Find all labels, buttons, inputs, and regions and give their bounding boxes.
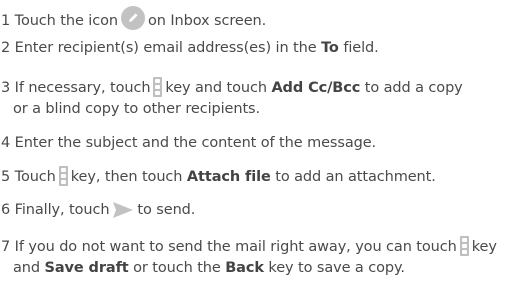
step-text: field. <box>343 40 379 56</box>
step-5: 5 Touch key, then touch Attach file to ad… <box>1 166 436 187</box>
step-2: 2 Enter recipient(s) email address(es) i… <box>1 38 379 58</box>
step-text: or touch the <box>133 260 221 276</box>
back-key-label: Back <box>225 260 264 276</box>
pencil-icon <box>120 6 145 36</box>
step-text: key to save a copy. <box>268 260 405 276</box>
step-1: 1 Touch the icon on Inbox screen. <box>1 6 266 36</box>
step-text: and <box>13 260 40 276</box>
step-text: If you do not want to send the mail righ… <box>14 239 457 255</box>
step-text: Finally, touch <box>14 202 110 218</box>
step-number: 7 <box>1 239 11 255</box>
step-number: 2 <box>1 40 11 56</box>
step-3: 3 If necessary, touch key and touch Add C… <box>1 77 463 98</box>
step-text: Enter the subject and the content of the… <box>14 135 377 151</box>
menu-key-icon <box>459 236 469 256</box>
instruction-list: 1 Touch the icon on Inbox screen. 2 Enter… <box>0 0 522 281</box>
step-number: 4 <box>1 135 11 151</box>
step-text: to add a copy <box>364 80 463 96</box>
menu-key-icon <box>58 166 68 186</box>
save-draft-label: Save draft <box>44 260 129 276</box>
step-text: Touch <box>14 169 56 185</box>
to-field-label: To <box>321 40 339 56</box>
step-6: 6 Finally, touch to send. <box>1 200 195 225</box>
step-number: 6 <box>1 202 11 218</box>
step-text: key, then touch <box>70 169 183 185</box>
step-text: to send. <box>137 202 196 218</box>
step-text: key and touch <box>165 80 267 96</box>
step-7: 7 If you do not want to send the mail ri… <box>1 236 497 257</box>
step-number: 5 <box>1 169 11 185</box>
step-number: 1 <box>1 13 11 29</box>
attach-file-label: Attach file <box>186 169 271 185</box>
step-3-continued: or a blind copy to other recipients. <box>13 99 260 119</box>
step-text: key <box>471 239 497 255</box>
step-number: 3 <box>1 80 11 96</box>
menu-key-icon <box>153 77 163 97</box>
send-icon <box>112 201 134 225</box>
step-text: or a blind copy to other recipients. <box>13 101 260 117</box>
step-7-continued: and Save draft or touch the Back key to … <box>13 258 405 278</box>
step-text: If necessary, touch <box>14 80 151 96</box>
step-4: 4 Enter the subject and the content of t… <box>1 133 376 153</box>
add-cc-bcc-label: Add Cc/Bcc <box>271 80 361 96</box>
step-text: Touch the icon <box>14 13 118 29</box>
step-text: to add an attachment. <box>275 169 436 185</box>
step-text: Enter recipient(s) email address(es) in … <box>14 40 317 56</box>
step-text: on Inbox screen. <box>147 13 267 29</box>
